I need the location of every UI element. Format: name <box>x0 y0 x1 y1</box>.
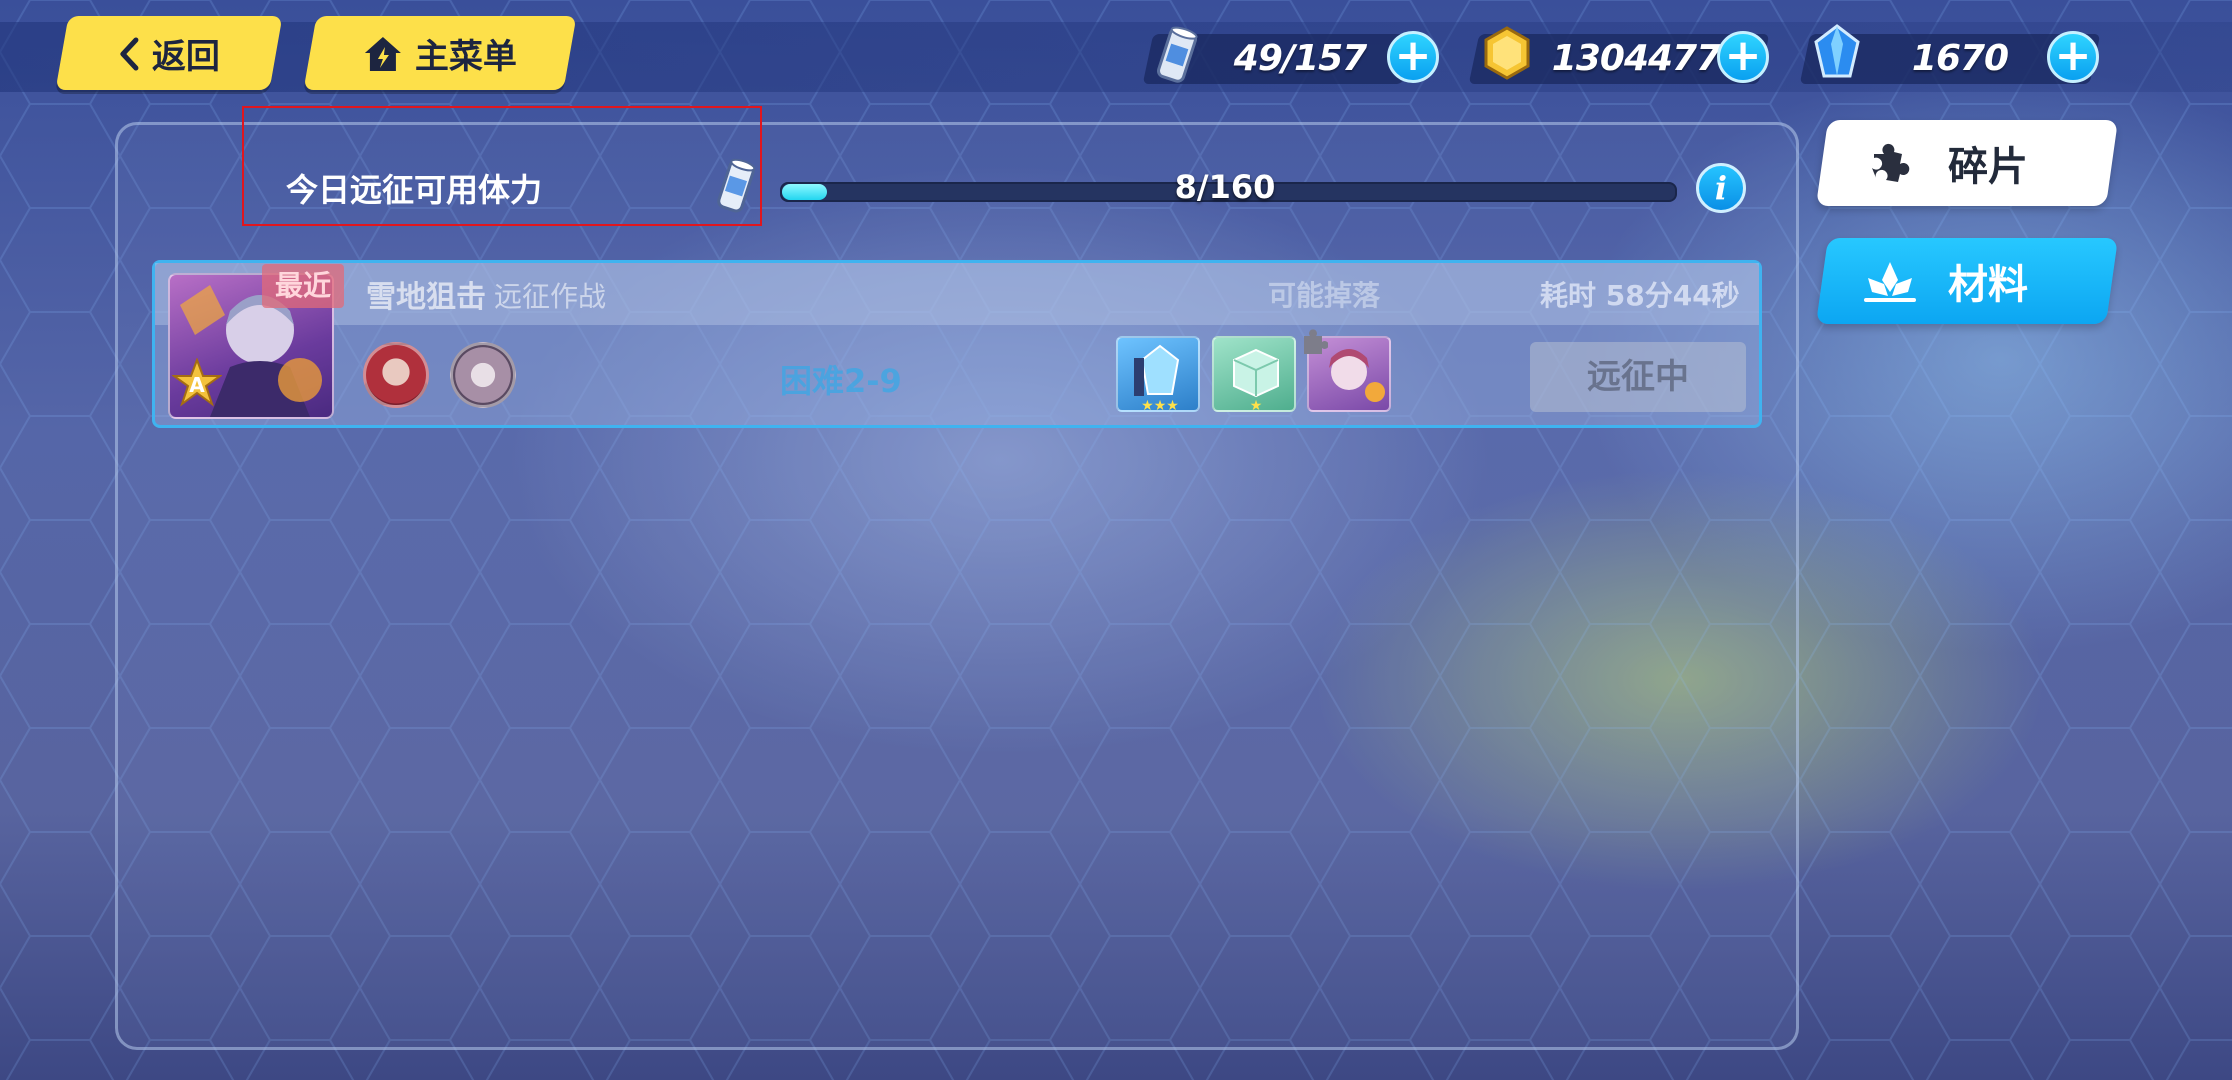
tab-materials-label: 材料 <box>1948 262 2028 308</box>
possible-drop-label: 可能掉落 <box>1268 279 1381 312</box>
main-menu-button[interactable]: 主菜单 <box>303 16 577 90</box>
stamina-progress-fill <box>782 184 827 200</box>
back-label: 返回 <box>152 36 220 77</box>
tab-materials[interactable]: 材料 <box>1815 238 2119 324</box>
crystal-icon <box>1814 24 1860 78</box>
drop-item-cube[interactable]: ★ <box>1212 336 1296 412</box>
rank-label: A <box>189 373 205 397</box>
add-stamina-button[interactable]: + <box>1387 31 1439 83</box>
crystals-value: 1670 <box>1911 38 2009 79</box>
add-crystals-button[interactable]: + <box>2047 31 2099 83</box>
gold-coin-icon <box>1484 26 1530 80</box>
svg-text:★: ★ <box>1250 398 1263 412</box>
recent-badge: 最近 <box>262 264 344 308</box>
stamina-progress-text: 8/160 <box>1174 168 1276 206</box>
daily-stamina-label: 今日远征可用体力 <box>286 171 543 209</box>
difficulty-label: 困难2-9 <box>780 362 902 400</box>
stamina-can-icon <box>717 158 756 213</box>
tab-fragments[interactable]: 碎片 <box>1815 120 2119 206</box>
rank-star-icon: A <box>172 358 222 407</box>
chevron-left-icon <box>120 36 139 70</box>
add-coins-button[interactable]: + <box>1717 31 1769 83</box>
expedition-subtitle: 远征作战 <box>494 280 607 313</box>
team-avatar <box>363 342 429 408</box>
team-avatar <box>450 342 516 408</box>
stamina-value: 49/157 <box>1233 38 1367 79</box>
tab-fragments-label: 碎片 <box>1948 144 2028 190</box>
puzzle-piece-icon <box>1304 329 1328 354</box>
back-button[interactable]: 返回 <box>55 16 283 90</box>
expedition-title: 雪地狙击 <box>366 280 486 315</box>
info-button[interactable]: i <box>1696 163 1746 213</box>
drop-item-crystal[interactable]: ★★★ <box>1116 336 1200 412</box>
stamina-can-icon <box>1156 26 1198 83</box>
expedition-time: 耗时 58分44秒 <box>1540 279 1740 312</box>
menu-label: 主菜单 <box>415 36 517 77</box>
expedition-status-button[interactable]: 远征中 <box>1530 342 1746 412</box>
lotus-icon <box>1864 262 1916 302</box>
home-icon <box>365 36 401 70</box>
puzzle-piece-icon <box>1872 143 1910 182</box>
svg-text:★★★: ★★★ <box>1141 398 1179 412</box>
